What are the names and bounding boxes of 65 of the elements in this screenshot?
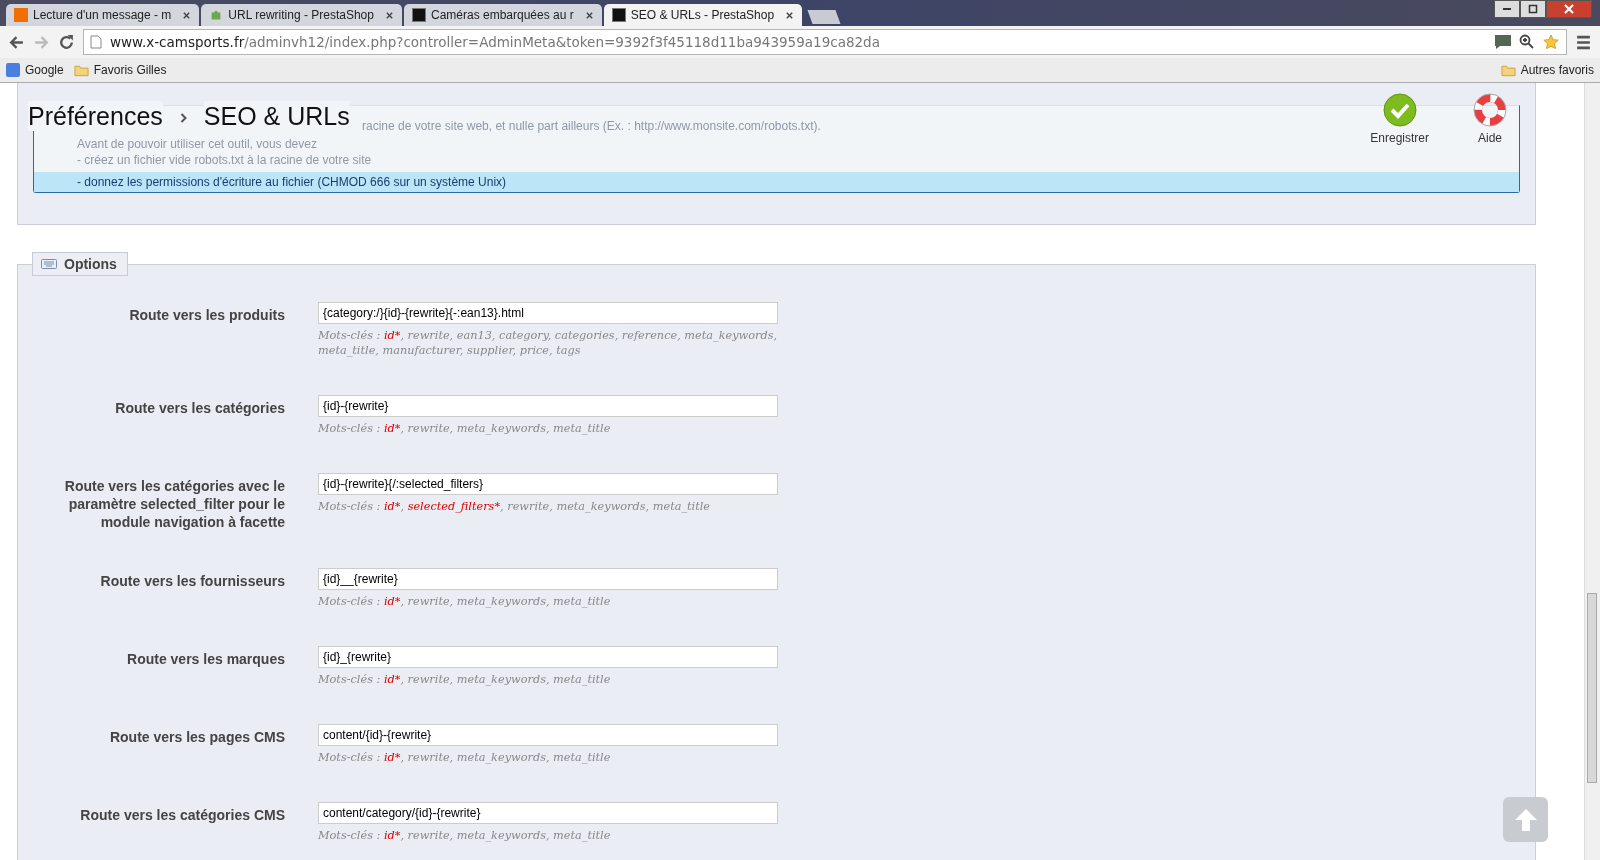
menu-icon[interactable] — [1575, 33, 1592, 51]
route-input[interactable]: {id}_{rewrite} — [318, 646, 778, 668]
keywords-hint: Mots-clés : id*, rewrite, meta_keywords, meta_title — [318, 750, 612, 765]
favicon-icon — [412, 8, 426, 22]
keywords-hint: Mots-clés : id*, rewrite, meta_keywords, meta_title — [318, 828, 612, 843]
browser-tab[interactable]: Caméras embarquées au r — [404, 4, 602, 26]
route-input[interactable]: content/{id}-{rewrite} — [318, 724, 778, 746]
notice-text: - créez un fichier vide robots.txt à la racine de votre site — [77, 154, 372, 167]
close-icon[interactable] — [584, 10, 594, 20]
zoom-icon[interactable] — [1518, 34, 1536, 50]
notice-text: racine de votre site web, et nulle part ailleurs (Ex. : http://www.monsite.com/robots.txt). — [362, 120, 821, 133]
field-label: Route vers les marques — [126, 650, 285, 669]
bookmark[interactable]: Autres favoris — [1500, 63, 1594, 77]
folder-icon — [73, 63, 89, 77]
lifebuoy-icon — [1473, 93, 1507, 127]
panel-legend: Options — [32, 252, 128, 276]
scrollbar[interactable] — [1584, 83, 1600, 860]
keywords-hint: Mots-clés : id*, selected_filters*, rewrite, meta_keywords, meta_title — [318, 499, 712, 514]
checkmark-icon — [1382, 93, 1417, 127]
field-label: Route vers les fournisseurs — [99, 572, 285, 591]
reload-icon[interactable] — [58, 33, 75, 51]
route-input[interactable]: {id}-{rewrite}{/:selected_filters} — [318, 473, 778, 495]
new-tab-button[interactable] — [807, 10, 841, 24]
browser-tab[interactable]: URL rewriting - PrestaShop — [201, 4, 402, 26]
breadcrumb-link[interactable]: Préférences — [28, 101, 163, 131]
page-icon — [90, 35, 102, 49]
field-label: Route vers les catégories avec le paramètre selected_filter pour le module navigation à facette — [63, 477, 285, 531]
keyboard-icon — [41, 258, 57, 270]
notice-text: - donnez les permissions d'écriture au fichier (CHMOD 666 sur un système Unix) — [34, 172, 1519, 192]
maximize-button[interactable] — [1520, 0, 1546, 18]
browser-tab[interactable]: Lecture d'un message - m — [6, 4, 200, 26]
route-input[interactable]: {category:/}{id}-{rewrite}{-:ean13}.html — [318, 302, 778, 324]
close-icon[interactable] — [785, 10, 795, 20]
close-icon[interactable] — [182, 10, 192, 20]
bookmark[interactable]: Favoris Gilles — [73, 63, 167, 77]
minimize-button[interactable] — [1494, 0, 1520, 18]
maximize-icon — [1527, 3, 1539, 15]
toolbar-button[interactable]: Aide — [1469, 93, 1511, 145]
field-label: Route vers les catégories CMS — [79, 806, 285, 825]
speech-bubble-icon[interactable] — [1494, 34, 1512, 50]
star-icon[interactable] — [1542, 34, 1560, 50]
keywords-hint: Mots-clés : id*, rewrite, meta_keywords, meta_title — [318, 594, 612, 609]
google-icon — [6, 63, 20, 77]
route-input[interactable]: content/category/{id}-{rewrite} — [318, 802, 778, 824]
close-icon — [1563, 3, 1575, 15]
keywords-hint: Mots-clés : id*, rewrite, meta_keywords, meta_title — [318, 672, 612, 687]
close-button[interactable] — [1546, 0, 1592, 18]
bookmark[interactable]: Google — [6, 63, 64, 77]
keywords-hint: Mots-clés : id*, rewrite, ean13, category, categories, reference, meta_keywords, meta_title, manufacturer, supplier, price, tags — [318, 328, 779, 358]
keywords-hint: Mots-clés : id*, rewrite, meta_keywords, meta_title — [318, 421, 612, 436]
route-input[interactable]: {id}__{rewrite} — [318, 568, 778, 590]
field-label: Route vers les pages CMS — [108, 728, 285, 747]
minimize-icon — [1503, 8, 1511, 10]
favicon-icon — [14, 8, 28, 22]
field-label: Route vers les produits — [128, 306, 285, 325]
close-icon[interactable] — [385, 10, 394, 20]
field-label: Route vers les catégories — [114, 399, 285, 418]
toolbar-button[interactable]: Enregistrer — [1366, 93, 1433, 145]
folder-icon — [1500, 63, 1516, 77]
address-bar[interactable]: www.x-camsports.fr/adminvh12/index.php?controller=AdminMeta&token=9392f3f45118d11ba943959a19ca82da — [83, 29, 1567, 55]
chevron-icon — [178, 112, 188, 124]
favicon-icon — [611, 8, 626, 22]
browser-tab[interactable]: SEO & URLs - PrestaShop — [603, 4, 803, 26]
notice-text: Avant de pouvoir utiliser cet outil, vous devez — [77, 138, 317, 151]
route-input[interactable]: {id}-{rewrite} — [318, 395, 778, 417]
